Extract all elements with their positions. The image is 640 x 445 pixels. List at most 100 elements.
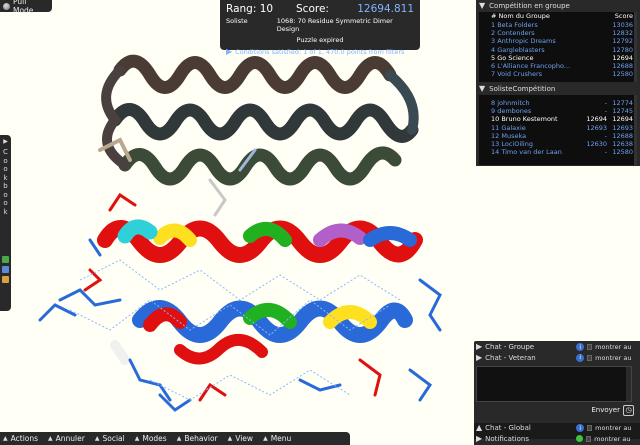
chat-input[interactable] (476, 366, 632, 402)
pull-mode-icon (3, 2, 10, 10)
chat-veteran-label: Chat - Veteran (485, 353, 536, 362)
conditions-text: Conditions satisfied: 1 of 1, 470.0 poin… (235, 48, 405, 56)
group-name: 5 Go Science (491, 53, 534, 62)
score-label: Score: (296, 2, 329, 15)
chat-group-label: Chat - Groupe (485, 343, 535, 352)
group-competition-panel: ▼ Compétition en groupe # Nom du Groupe … (476, 0, 640, 83)
triangle-up-icon: ▲ (3, 435, 8, 442)
triangle-up-icon: ▲ (176, 435, 182, 442)
cookbook-letter: k (3, 207, 8, 216)
group-name: 6 L'Alliance Francopho... (491, 61, 571, 70)
menu-actions[interactable]: ▲ Actions (3, 434, 38, 443)
chat-global-label: Chat - Global (485, 424, 531, 433)
soloist-best-score: 12638 (612, 139, 633, 148)
recipe-icon[interactable] (2, 256, 9, 263)
soloist-best-score: 12745 (612, 107, 633, 116)
score-value: 12694.811 (357, 2, 414, 15)
group-row[interactable]: 2 Contenders 12832 (479, 29, 637, 37)
soloist-name: 14 Timo van der Laan (491, 148, 562, 157)
group-row[interactable]: 4 Gargleblasters 12780 (479, 46, 637, 54)
group-row[interactable]: 1 Beta Folders 13036 (479, 21, 637, 29)
notifications-row[interactable]: ▶ Notifications montrer au (476, 434, 638, 445)
folder-icon[interactable] (2, 276, 9, 283)
group-list[interactable]: # Nom du Groupe Score 1 Beta Folders 1303… (479, 12, 637, 82)
menu-annuler[interactable]: ▲ Annuler (48, 434, 85, 443)
soloist-best-score: 12688 (612, 131, 633, 140)
triangle-right-icon: ▶ (476, 433, 483, 443)
soloist-row[interactable]: 8 johnmitch -12774 (479, 99, 637, 107)
group-name: 4 Gargleblasters (491, 45, 545, 54)
cookbook-letter: C (3, 148, 8, 156)
triangle-up-icon: ▲ (94, 435, 100, 442)
show-checkbox[interactable] (587, 425, 593, 432)
soloist-score: - (604, 131, 607, 140)
triangle-right-icon: ▶ (476, 352, 483, 362)
soloist-best-score: 12693 (612, 123, 633, 132)
menu-modes[interactable]: ▲ Modes (135, 434, 167, 443)
player-role: Soliste (226, 17, 248, 25)
info-icon[interactable]: i (576, 343, 585, 352)
menu-label: Actions (10, 434, 39, 443)
cookbook-letter: o (3, 156, 8, 165)
show-checkbox[interactable] (586, 435, 592, 442)
menu-label: Social (102, 434, 125, 443)
send-button[interactable]: Envoyer (591, 406, 620, 414)
cookbook-panel[interactable]: ▶ C o o k b o o k (0, 135, 11, 311)
triangle-right-icon: ▶ (226, 47, 233, 56)
hbonds (69, 259, 401, 401)
soloist-competition-header[interactable]: ▼ SolisteCompétition (479, 84, 637, 94)
group-row[interactable]: 3 Anthropic Dreams 12792 (479, 37, 637, 45)
group-list-scrollbar[interactable] (634, 12, 637, 82)
conditions-toggle[interactable]: ▶ Conditions satisfied: 1 of 1, 470.0 po… (226, 47, 414, 57)
soloist-score: 12693 (586, 123, 607, 132)
pull-mode-button[interactable]: Pull Mode (0, 0, 52, 15)
soloist-best-score: 12580 (612, 148, 633, 157)
soloist-score: - (604, 107, 607, 116)
soloist-row[interactable]: 10 Bruno Kestemont 12694 12694 (479, 115, 637, 123)
show-checkbox[interactable] (587, 354, 593, 361)
script-icon[interactable] (2, 266, 9, 273)
menu-behavior[interactable]: ▲ Behavior (177, 434, 218, 443)
group-row[interactable]: 6 L'Alliance Francopho... 12688 (479, 62, 637, 70)
group-competition-header[interactable]: ▼ Compétition en groupe (479, 1, 637, 11)
info-icon[interactable]: i (576, 424, 585, 433)
soloist-score: - (604, 148, 607, 157)
group-name: 3 Anthropic Dreams (491, 37, 556, 46)
chat-scrollbar[interactable] (626, 367, 631, 401)
info-icon[interactable]: i (576, 353, 585, 362)
soloist-list-scrollbar[interactable] (634, 95, 637, 165)
menu-label: Annuler (55, 434, 85, 443)
soloist-name: 10 Bruno Kestemont (491, 115, 558, 124)
show-label: montrer au (595, 343, 632, 352)
group-row[interactable]: 5 Go Science 12694 (479, 54, 637, 62)
soloist-competition-panel: ▼ SolisteCompétition 8 johnmitch -12774 9 … (476, 83, 640, 166)
soloist-row[interactable]: 11 Galaxie 12693 12693 (479, 124, 637, 132)
menu-label: Behavior (184, 434, 218, 443)
soloist-row[interactable]: 13 LociOiling 12630 12638 (479, 140, 637, 148)
soloist-row[interactable]: 12 Museka -12688 (479, 132, 637, 140)
group-competition-title: Compétition en groupe (489, 2, 570, 10)
soloist-row[interactable]: 9 dembones -12745 (479, 107, 637, 115)
soloist-best-score: 12774 (612, 99, 633, 107)
soloist-score: 12694 (586, 115, 607, 124)
col-score: Score (614, 12, 633, 20)
soloist-row[interactable]: 14 Timo van der Laan -12580 (479, 148, 637, 156)
group-row[interactable]: 7 Void Crushers 12580 (479, 70, 637, 78)
menu-menu[interactable]: ▲ Menu (263, 434, 291, 443)
menu-view[interactable]: ▲ View (228, 434, 253, 443)
chat-global-row[interactable]: ▲ Chat - Global i montrer au (476, 423, 638, 434)
triangle-down-icon: ▼ (479, 1, 486, 10)
show-checkbox[interactable] (587, 344, 593, 351)
chat-veteran-row[interactable]: ▶ Chat - Veteran i montrer au (476, 353, 638, 364)
clock-icon[interactable]: ◷ (623, 404, 634, 416)
group-name: 1 Beta Folders (491, 21, 538, 29)
soloist-list[interactable]: 8 johnmitch -12774 9 dembones -12745 10 Brun… (479, 95, 637, 165)
soloist-name: 9 dembones (491, 107, 532, 116)
bottom-menu-bar: ▲ Actions ▲ Annuler ▲ Social ▲ Modes ▲ Behavior ▲ V… (0, 432, 350, 445)
cookbook-letter: o (3, 190, 8, 199)
notifications-label: Notifications (485, 434, 529, 443)
group-name: 7 Void Crushers (491, 70, 543, 79)
menu-social[interactable]: ▲ Social (95, 434, 125, 443)
cookbook-letter: o (3, 199, 8, 207)
chat-group-row[interactable]: ▶ Chat - Groupe i montrer au (476, 342, 638, 353)
